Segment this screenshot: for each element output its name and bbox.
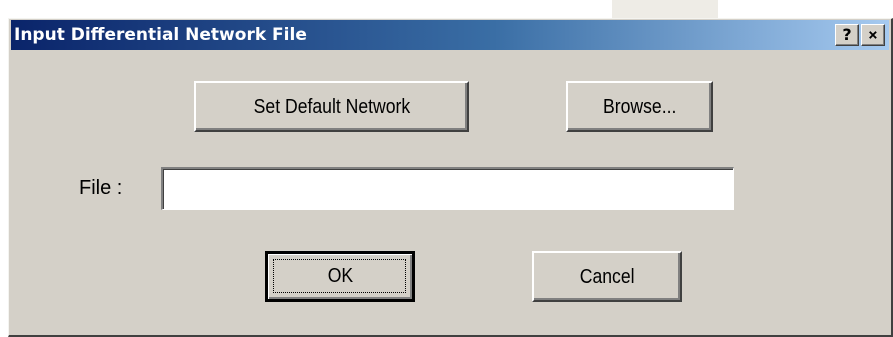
- close-icon[interactable]: ×: [861, 24, 885, 46]
- browse-button[interactable]: Browse...: [566, 81, 713, 132]
- cancel-label: Cancel: [579, 265, 635, 288]
- help-icon[interactable]: ?: [835, 24, 859, 46]
- set-default-network-button[interactable]: Set Default Network: [194, 81, 469, 132]
- ok-button[interactable]: OK: [265, 251, 415, 302]
- browse-label: Browse...: [602, 95, 677, 118]
- title-bar[interactable]: Input Differential Network File ? ×: [11, 20, 889, 50]
- background-window-remnant: [612, 0, 718, 20]
- input-differential-network-file-dialog: Input Differential Network File ? × Set …: [8, 18, 893, 337]
- file-path-input[interactable]: [161, 167, 734, 210]
- set-default-network-label: Set Default Network: [253, 95, 410, 118]
- cancel-button[interactable]: Cancel: [532, 251, 682, 302]
- window-title: Input Differential Network File: [14, 25, 307, 45]
- ok-label: OK: [327, 265, 353, 287]
- file-label: File :: [79, 177, 123, 199]
